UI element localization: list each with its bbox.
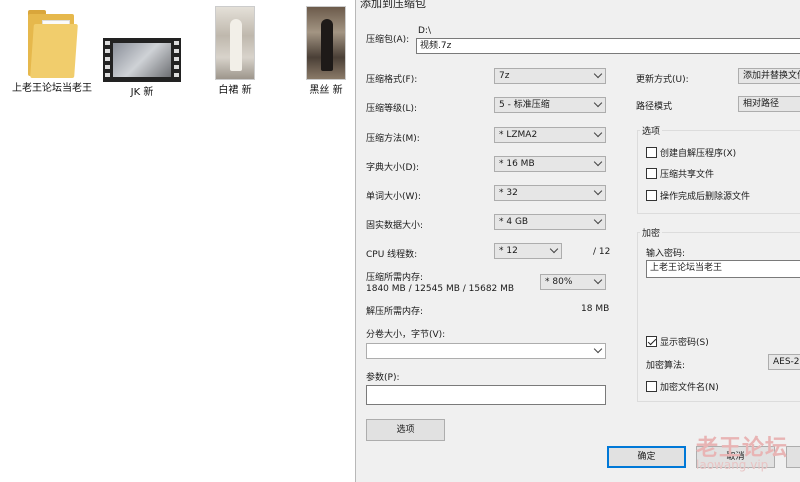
help-button[interactable]	[786, 446, 800, 468]
video-thumbnail-icon	[103, 38, 181, 82]
encryption-method-label: 加密算法:	[646, 361, 686, 371]
chevron-down-icon	[549, 244, 559, 254]
password-label: 输入密码:	[646, 249, 686, 259]
chevron-down-icon	[593, 215, 603, 225]
level-label: 压缩等级(L):	[366, 104, 418, 114]
dict-label: 字典大小(D):	[366, 163, 419, 173]
params-label: 参数(P):	[366, 373, 400, 383]
solid-select[interactable]: * 4 GB	[494, 214, 606, 230]
image-thumbnail-icon	[215, 6, 255, 80]
params-input[interactable]	[366, 385, 606, 405]
file-label: JK 新	[130, 87, 154, 98]
encryption-group-label: 加密	[640, 226, 663, 239]
create-sfx-checkbox[interactable]: 创建自解压程序(X)	[646, 146, 736, 159]
options-button[interactable]: 选项	[366, 419, 445, 441]
image-thumbnail-icon	[306, 6, 346, 80]
dict-select[interactable]: * 16 MB	[494, 156, 606, 172]
memory-label: 压缩所需内存:	[366, 273, 424, 283]
ok-button[interactable]: 确定	[607, 446, 686, 468]
decompress-memory-label: 解压所需内存:	[366, 307, 424, 317]
chevron-down-icon	[593, 344, 603, 354]
show-password-checkbox[interactable]: 显示密码(S)	[646, 335, 709, 348]
memory-detail: 1840 MB / 12545 MB / 15682 MB	[366, 284, 515, 294]
chevron-down-icon	[593, 98, 603, 108]
chevron-down-icon	[593, 128, 603, 138]
encrypt-names-checkbox[interactable]: 加密文件名(N)	[646, 380, 719, 393]
add-to-archive-dialog: 添加到压缩包 压缩包(A): D:\ 视频.7z 压缩格式(F): 7z 压缩等…	[355, 0, 800, 482]
options-group-label: 选项	[640, 124, 663, 137]
file-item-folder[interactable]: 上老王论坛当老王	[10, 10, 94, 95]
cpu-max: / 12	[593, 247, 611, 257]
chevron-down-icon	[593, 275, 603, 285]
file-item-video[interactable]: JK 新	[100, 38, 184, 99]
word-select[interactable]: * 32	[494, 185, 606, 201]
folder-icon	[28, 10, 78, 78]
format-label: 压缩格式(F):	[366, 75, 418, 85]
file-explorer-pane: 上老王论坛当老王 JK 新 白裙 新 黑丝 新	[0, 0, 355, 482]
word-label: 单词大小(W):	[366, 192, 421, 202]
path-mode-label: 路径模式	[636, 102, 673, 112]
delete-after-checkbox[interactable]: 操作完成后删除源文件	[646, 189, 750, 202]
chevron-down-icon	[593, 186, 603, 196]
file-item-image[interactable]: 白裙 新	[193, 6, 277, 97]
update-mode-select[interactable]: 添加并替换文件	[738, 68, 800, 84]
encryption-method-select[interactable]: AES-256	[768, 354, 800, 370]
solid-label: 固实数据大小:	[366, 221, 424, 231]
path-mode-select[interactable]: 相对路径	[738, 96, 800, 112]
dialog-title: 添加到压缩包	[360, 0, 426, 10]
level-select[interactable]: 5 - 标准压缩	[494, 97, 606, 113]
method-label: 压缩方法(M):	[366, 134, 420, 144]
watermark-url: laowang.vip	[696, 458, 769, 472]
file-label: 白裙 新	[218, 85, 252, 96]
file-label: 上老王论坛当老王	[12, 83, 92, 94]
split-size-select[interactable]	[366, 343, 606, 359]
update-mode-label: 更新方式(U):	[636, 75, 689, 85]
method-select[interactable]: * LZMA2	[494, 127, 606, 143]
chevron-down-icon	[593, 157, 603, 167]
memory-usage-select[interactable]: * 80%	[540, 274, 606, 290]
compress-shared-checkbox[interactable]: 压缩共享文件	[646, 167, 714, 180]
split-label: 分卷大小，字节(V):	[366, 330, 446, 340]
password-input[interactable]: 上老王论坛当老王	[646, 260, 800, 278]
cpu-threads-select[interactable]: * 12	[494, 243, 562, 259]
decompress-memory-value: 18 MB	[581, 304, 610, 314]
archive-name-input[interactable]: 视频.7z	[416, 38, 800, 54]
cpu-label: CPU 线程数:	[366, 250, 418, 260]
chevron-down-icon	[593, 69, 603, 79]
archive-dir: D:\	[418, 26, 431, 36]
format-select[interactable]: 7z	[494, 68, 606, 84]
archive-label: 压缩包(A):	[366, 35, 410, 45]
